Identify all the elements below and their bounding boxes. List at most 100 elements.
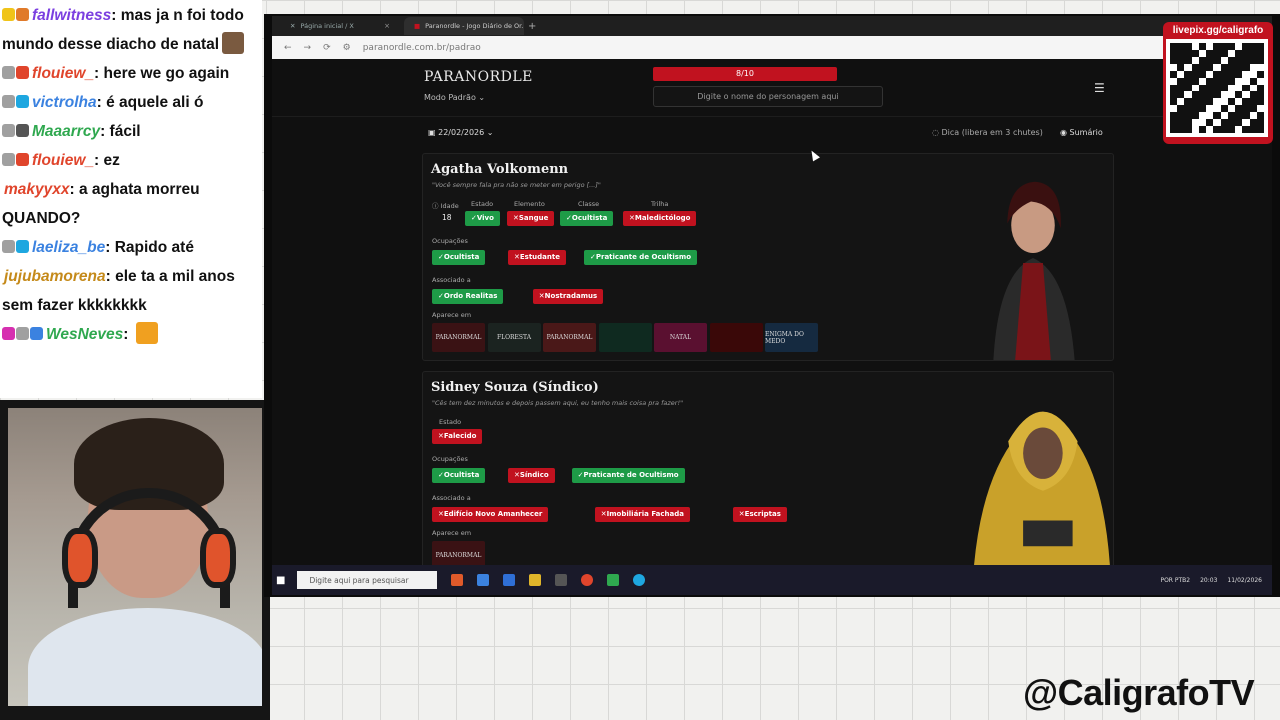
tray-language[interactable]: POR PTB2 [1160, 577, 1190, 584]
date-selector[interactable]: ▣ 22/02/2026 ⌄ [428, 128, 493, 137]
taskbar-app-icon[interactable] [555, 574, 568, 586]
close-tab-icon[interactable]: × [384, 22, 390, 30]
site-info-icon[interactable]: ⚙ [343, 43, 351, 53]
summary-button[interactable]: ◉ Sumário [1060, 128, 1103, 137]
tab-paranordle[interactable]: ■Paranordle - Jogo Diário de Or...× [404, 17, 524, 35]
taskbar-chrome-icon[interactable] [581, 574, 594, 586]
chat-text: ez [103, 152, 120, 169]
badge-icon [16, 153, 29, 166]
appearance-thumbnail[interactable]: FLORESTA [487, 323, 541, 352]
forward-button[interactable]: → [304, 43, 312, 53]
attribute-tag: ✕Imobiliária Fachada [594, 507, 691, 522]
character-quote: "Você sempre fala pra não se meter em pe… [432, 181, 601, 189]
chat-text: fácil [109, 123, 141, 140]
chat-username[interactable]: flouiew_ [32, 65, 94, 82]
chat-username[interactable]: WesNeves [46, 326, 123, 343]
chat-message: makyyxx: a aghata morreu QUANDO? [2, 175, 260, 233]
attribute-tag: ✕Síndico [508, 468, 555, 483]
taskbar-app-icon[interactable] [477, 574, 490, 586]
taskbar-app-icon[interactable] [633, 574, 646, 586]
chat-message: flouiew_: here we go again [2, 59, 260, 88]
tab-x-home[interactable]: ✕ Página inicial / X × [280, 17, 400, 35]
badge-icon [2, 66, 15, 79]
back-button[interactable]: ← [284, 43, 292, 53]
chat-username[interactable]: flouiew_ [32, 152, 94, 169]
attribute-tag: ✓Ocultista [432, 468, 486, 483]
character-portrait [953, 154, 1113, 360]
badge-icon [2, 8, 15, 21]
taskbar-app-icon[interactable] [451, 574, 464, 586]
chat-username[interactable]: makyyxx [4, 181, 70, 198]
hint-button[interactable]: ◌ Dica (libera em 3 chutes) [932, 128, 1043, 137]
appearance-thumbnail[interactable] [598, 323, 652, 352]
webcam-frame [0, 400, 270, 720]
badge-icon [16, 8, 29, 21]
site-logo[interactable]: PARANORDLE [424, 69, 533, 85]
chat-separator: : [100, 123, 110, 140]
taskbar-app-icon[interactable] [607, 574, 620, 586]
tab-strip: ✕ Página inicial / X × ■ Paranordle - Jogo … [272, 16, 1272, 36]
badge-icon [16, 124, 29, 137]
attribute-tag: ✓Praticante de Ocultismo [571, 468, 685, 483]
character-quote: "Cês tem dez minutos e depois passem aqu… [432, 399, 684, 407]
character-card: Sidney Souza (Síndico) "Cês tem dez minu… [422, 371, 1114, 565]
chat-message: flouiew_: ez [2, 146, 260, 175]
reload-button[interactable]: ⟳ [323, 43, 331, 53]
appearance-thumbnail[interactable]: PARANORMAL [432, 323, 485, 352]
attribute-tag: ✓Praticante de Ocultismo [584, 250, 697, 265]
chat-text: Rapido até [114, 239, 194, 256]
hamburger-menu-icon[interactable]: ☰ [1094, 81, 1105, 95]
appearance-thumbnail[interactable]: NATAL [654, 323, 707, 352]
mode-selector[interactable]: Modo Padrão ⌄ [424, 93, 485, 102]
attribute-tag: ✕Nostradamus [532, 289, 604, 304]
trilha-tag: ✕Maledictólogo [623, 211, 697, 226]
badge-icon [2, 327, 15, 340]
livepix-qr-panel: livepix.gg/caligrafo [1163, 22, 1273, 144]
chat-badges [2, 88, 30, 117]
chat-text: é aquele ali ó [106, 94, 204, 111]
chat-separator: : [123, 326, 133, 343]
tray-date[interactable]: 11/02/2026 [1227, 577, 1262, 584]
label-ocupacoes: Ocupações [432, 237, 468, 245]
badge-icon [2, 240, 15, 253]
taskbar-folder-icon[interactable] [529, 574, 542, 586]
badge-icon [16, 327, 29, 340]
appearance-thumbnail[interactable] [709, 323, 763, 352]
taskbar-search-input[interactable]: Digite aqui para pesquisar [297, 571, 438, 589]
emote-icon [135, 322, 158, 344]
chat-username[interactable]: Maaarrcy [32, 123, 100, 140]
site-header: PARANORDLE Modo Padrão ⌄ 8/10 Digite o n… [272, 59, 1272, 117]
new-tab-button[interactable]: + [528, 21, 536, 32]
badge-icon [2, 124, 15, 137]
chat-username[interactable]: laeliza_be [32, 239, 105, 256]
appearance-thumbnail[interactable]: PARANORMAL [543, 323, 596, 352]
chat-username[interactable]: jujubamorena [4, 268, 106, 285]
label-aparece: Aparece em [432, 311, 472, 319]
chat-separator: : [111, 7, 121, 24]
guess-input[interactable]: Digite o nome do personagem aqui [653, 86, 883, 107]
guess-progress-bar: 8/10 [653, 67, 837, 81]
appearance-thumbnail[interactable]: ENIGMA DO MEDO [765, 323, 818, 352]
chat-username[interactable]: fallwitness [32, 7, 111, 24]
chat-badges [2, 59, 30, 88]
badge-icon [2, 153, 15, 166]
taskbar-app-icon[interactable] [503, 574, 516, 586]
appearance-thumbnail[interactable]: PARANORMAL [432, 541, 485, 565]
attribute-tag: ✓Ordo Realitas [432, 289, 504, 304]
system-tray: POR PTB2 20:03 11/02/2026 [1160, 577, 1262, 584]
chat-username[interactable]: victrolha [32, 94, 97, 111]
chat-panel: fallwitness: mas ja n foi todo mundo des… [0, 0, 262, 398]
url-field[interactable]: paranordle.com.br/padrao [363, 43, 481, 53]
label-trilha: Trilha [651, 200, 669, 208]
windows-start-icon[interactable]: ■ [276, 575, 285, 586]
character-name: Sidney Souza (Síndico) [431, 380, 599, 395]
idade-value: 18 [442, 213, 452, 222]
tray-time[interactable]: 20:03 [1200, 577, 1217, 584]
chat-separator: : [105, 239, 115, 256]
label-estado: Estado [471, 200, 494, 208]
attribute-tag: ✕Edifício Novo Amanhecer [432, 507, 549, 522]
chat-message: Maaarrcy: fácil [2, 117, 260, 146]
character-card: Agatha Volkomenn "Você sempre fala pra n… [422, 153, 1114, 361]
chat-text: here we go again [103, 65, 230, 82]
chat-separator: : [96, 94, 107, 111]
